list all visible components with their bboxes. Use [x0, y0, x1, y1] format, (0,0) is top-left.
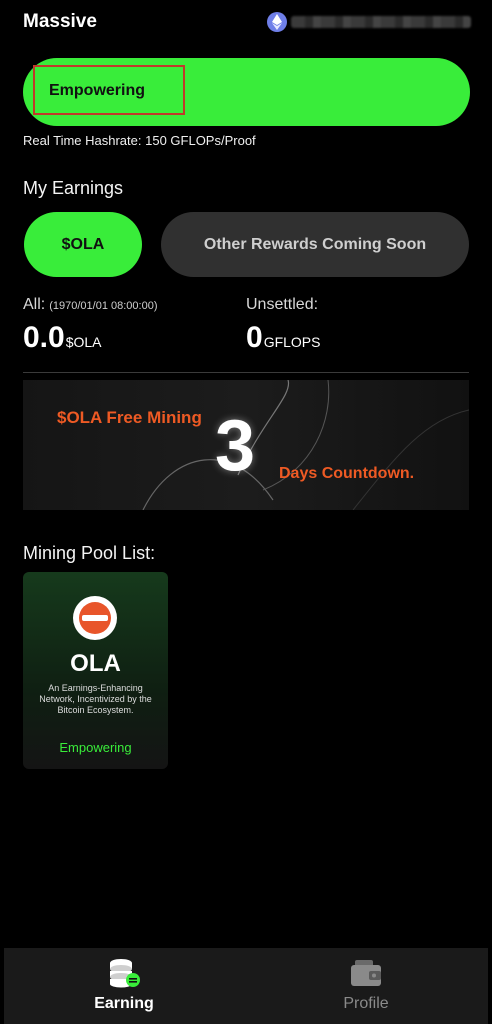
pool-name: OLA — [70, 650, 121, 677]
all-earnings-value: 0.0$OLA — [23, 321, 102, 355]
empowering-status-bar[interactable]: Empowering — [23, 58, 470, 126]
wallet-address[interactable] — [267, 11, 472, 33]
bottom-nav: Earning Profile — [4, 948, 488, 1024]
divider — [23, 372, 469, 373]
tab-ola[interactable]: $OLA — [24, 212, 142, 277]
ola-logo-icon — [73, 596, 117, 640]
banner-headline: $OLA Free Mining — [57, 408, 202, 427]
wallet-icon — [351, 960, 381, 986]
banner-subline: Days Countdown. — [279, 465, 415, 482]
all-value: 0.0 — [23, 321, 65, 354]
pool-description: An Earnings-Enhancing Network, Incentivi… — [39, 683, 152, 715]
nav-label-profile: Profile — [343, 995, 389, 1012]
banner-countdown-number: 3 — [215, 406, 256, 486]
hashrate-text: Real Time Hashrate: 150 GFLOPs/Proof — [23, 133, 256, 148]
pool-list-title: Mining Pool List: — [23, 543, 156, 563]
all-label-text: All: — [23, 296, 46, 313]
pool-card-ola[interactable]: OLA An Earnings-Enhancing Network, Incen… — [23, 572, 168, 769]
all-unit: $OLA — [65, 334, 102, 350]
unsettled-number: 0 — [246, 321, 263, 354]
status-label: Empowering — [49, 82, 146, 99]
app-title: Massive — [23, 11, 97, 32]
mining-countdown-banner[interactable]: $OLA Free Mining 3 Days Countdown. — [23, 380, 469, 510]
pool-status: Empowering — [59, 740, 132, 755]
nav-item-earning[interactable]: Earning — [4, 948, 244, 1024]
all-timestamp: (1970/01/01 08:00:00) — [49, 300, 158, 312]
screen: Massive Empowering Real Time Hashrate: 1… — [0, 0, 492, 1024]
tab-other-rewards[interactable]: Other Rewards Coming Soon — [161, 212, 469, 277]
all-earnings-label: All: (1970/01/01 08:00:00) — [23, 296, 158, 314]
ethereum-icon — [267, 12, 287, 32]
unsettled-value: 0GFLOPS — [246, 321, 320, 355]
unsettled-unit: GFLOPS — [263, 334, 321, 350]
unsettled-label: Unsettled: — [246, 296, 319, 313]
header: Massive — [23, 8, 472, 38]
database-coin-icon — [110, 959, 140, 988]
nav-label-earning: Earning — [94, 995, 154, 1012]
wallet-address-redacted — [291, 16, 471, 28]
ola-logo-bar — [82, 615, 108, 621]
earnings-title: My Earnings — [23, 178, 124, 198]
nav-item-profile[interactable]: Profile — [246, 948, 486, 1024]
